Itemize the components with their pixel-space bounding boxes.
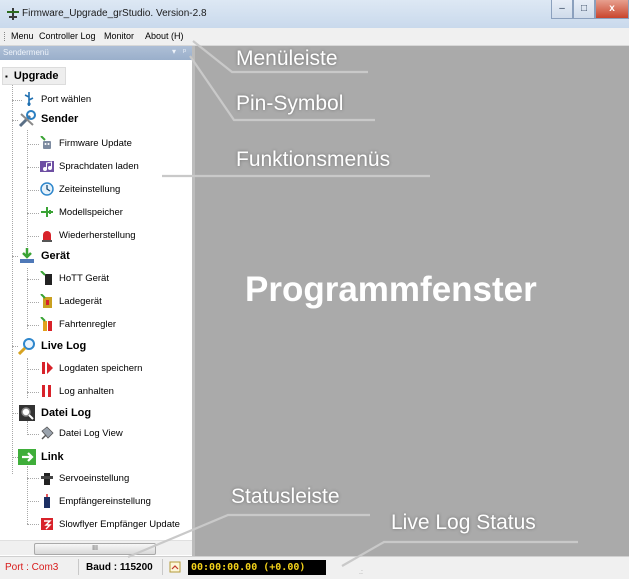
annotation-pin-symbol: Pin-Symbol (236, 92, 344, 115)
annotation-statusbar: Statusleiste (231, 485, 340, 508)
annotation-function-menus: Funktionsmenüs (236, 148, 391, 171)
annotation-live-log-status: Live Log Status (391, 511, 536, 534)
annotation-menubar: Menüleiste (236, 47, 338, 70)
annotation-program-window: Programmfenster (245, 270, 537, 309)
